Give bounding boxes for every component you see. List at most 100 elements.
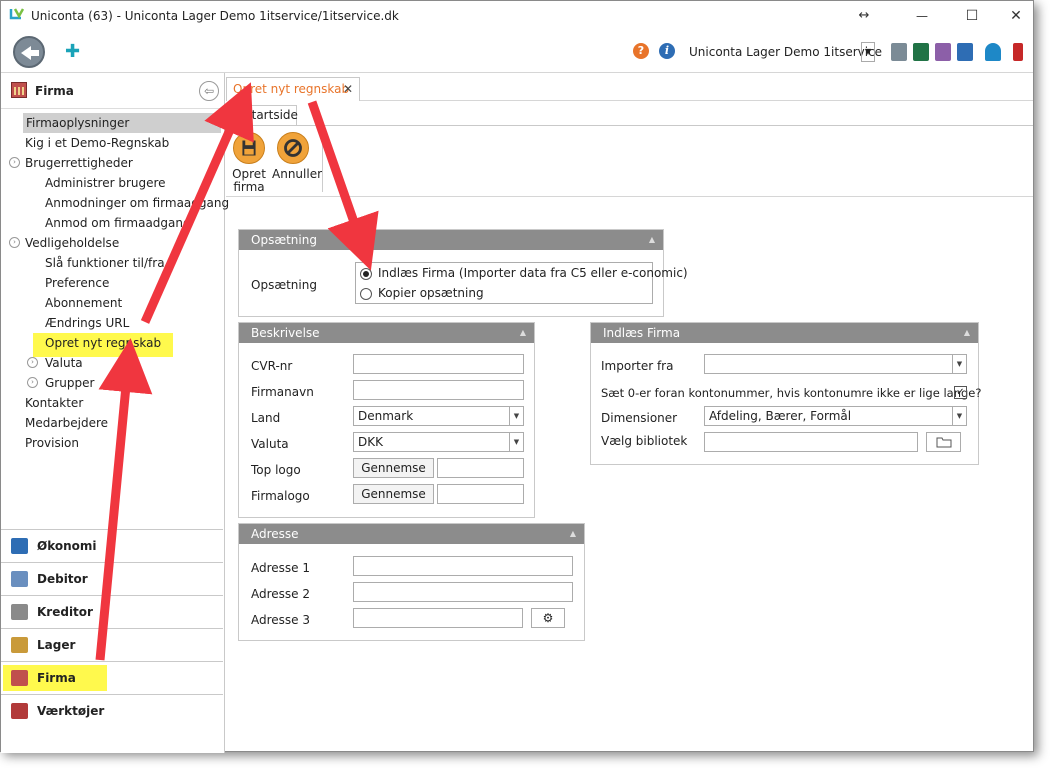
annuller-button[interactable]: Annuller bbox=[272, 132, 322, 181]
land-select[interactable]: Denmark ▼ bbox=[353, 406, 524, 426]
sidebar-item-abonnement[interactable]: Abonnement bbox=[45, 293, 122, 313]
module-label: Lager bbox=[37, 638, 76, 652]
module-label: Værktøjer bbox=[37, 704, 105, 718]
help-icon[interactable]: ? bbox=[633, 43, 649, 59]
sidebar-item-kontakter[interactable]: Kontakter bbox=[25, 393, 83, 413]
firmanavn-input[interactable] bbox=[353, 380, 524, 400]
firmalogo-label: Firmalogo bbox=[251, 489, 310, 503]
module-lager[interactable]: Lager bbox=[1, 628, 223, 661]
expand-icon[interactable]: › bbox=[27, 377, 38, 388]
dimensioner-label: Dimensioner bbox=[601, 411, 678, 425]
opsaetning-radio-group: Indlæs Firma (Importer data fra C5 eller… bbox=[355, 262, 688, 304]
main-toolbar: ✚ ? i Uniconta Lager Demo 1itservice ▼ bbox=[1, 31, 1033, 73]
module-økonomi[interactable]: Økonomi bbox=[1, 529, 223, 562]
collapse-sidebar-icon[interactable]: ⇦ bbox=[199, 81, 219, 101]
saet-label: Sæt 0-er foran kontonummer, hvis kontonu… bbox=[601, 386, 982, 400]
adresse1-input[interactable] bbox=[353, 556, 573, 576]
sidebar-header: Firma ⇦ bbox=[1, 73, 225, 109]
close-tab-icon[interactable]: ✕ bbox=[343, 78, 353, 100]
valuta-select[interactable]: DKK ▼ bbox=[353, 432, 524, 452]
cvr-input[interactable] bbox=[353, 354, 524, 374]
edge-icon[interactable] bbox=[1013, 43, 1023, 61]
sidebar-item-kig-i-et-demo-regnskab[interactable]: Kig i et Demo-Regnskab bbox=[25, 133, 169, 153]
sidebar-item-provision[interactable]: Provision bbox=[25, 433, 79, 453]
sidebar-item-anmod-om-firmaadgang[interactable]: Anmod om firmaadgang bbox=[45, 213, 191, 233]
option-kopier-opsaetning[interactable]: Kopier opsætning bbox=[378, 286, 484, 300]
minimize-button[interactable]: — bbox=[905, 5, 939, 27]
gear-button[interactable]: ⚙ bbox=[531, 608, 565, 628]
sidebar-item-medarbejdere[interactable]: Medarbejdere bbox=[25, 413, 108, 433]
module-værktøjer[interactable]: Værktøjer bbox=[1, 694, 223, 727]
sidebar-item-vedligeholdelse[interactable]: › Vedligeholdelse bbox=[9, 233, 119, 253]
module-firma[interactable]: Firma bbox=[1, 661, 223, 694]
window-title: Uniconta (63) - Uniconta Lager Demo 1its… bbox=[31, 9, 399, 23]
toplogo-input[interactable] bbox=[437, 458, 524, 478]
sidebar-item-anmodninger-om-firmaadgang[interactable]: Anmodninger om firmaadgang bbox=[45, 193, 229, 213]
csv-icon[interactable] bbox=[935, 43, 951, 61]
excel-icon[interactable] bbox=[913, 43, 929, 61]
chevron-down-icon: ▼ bbox=[509, 407, 523, 425]
sidebar-item-firmaoplysninger[interactable]: Firmaoplysninger bbox=[23, 113, 221, 133]
radio-kopier-opsaetning[interactable] bbox=[360, 288, 372, 300]
opret-firma-button[interactable]: Opret firma bbox=[228, 132, 270, 194]
bibliotek-input[interactable] bbox=[704, 432, 918, 452]
module-debitor[interactable]: Debitor bbox=[1, 562, 223, 595]
radio-indlaes-firma[interactable] bbox=[360, 268, 372, 280]
sidebar-item-preference[interactable]: Preference bbox=[45, 273, 109, 293]
annuller-label: Annuller bbox=[272, 167, 323, 181]
saet-checkbox[interactable]: ✓ bbox=[954, 386, 967, 399]
adresse3-label: Adresse 3 bbox=[251, 613, 311, 627]
sidebar-item-label: Administrer brugere bbox=[45, 176, 166, 190]
adresse1-label: Adresse 1 bbox=[251, 561, 311, 575]
expand-icon[interactable]: › bbox=[9, 157, 20, 168]
module-kreditor[interactable]: Kreditor bbox=[1, 595, 223, 628]
resize-icon[interactable]: ↔ bbox=[847, 5, 881, 27]
company-dropdown-icon[interactable]: ▼ bbox=[861, 42, 875, 62]
expand-icon[interactable]: › bbox=[27, 357, 38, 368]
toplogo-label: Top logo bbox=[251, 463, 301, 477]
opsaetning-label: Opsætning bbox=[251, 278, 317, 292]
firmalogo-browse-button[interactable]: Gennemse bbox=[353, 484, 434, 504]
module-label: Kreditor bbox=[37, 605, 93, 619]
sidebar-item-administrer-brugere[interactable]: Administrer brugere bbox=[45, 173, 166, 193]
option-indlaes-firma[interactable]: Indlæs Firma (Importer data fra C5 eller… bbox=[378, 266, 688, 280]
firmanavn-label: Firmanavn bbox=[251, 385, 314, 399]
sidebar-item-grupper[interactable]: › Grupper bbox=[27, 373, 94, 393]
sidebar-item-valuta[interactable]: › Valuta bbox=[27, 353, 83, 373]
user-icon[interactable] bbox=[985, 43, 1001, 61]
ribbon-tab-startside[interactable]: Startside bbox=[237, 105, 298, 125]
dimensioner-select[interactable]: Afdeling, Bærer, Formål ▼ bbox=[704, 406, 967, 426]
company-name[interactable]: Uniconta Lager Demo 1itservice bbox=[689, 45, 882, 59]
group-header: Beskrivelse ▲ bbox=[239, 323, 534, 343]
adresse2-input[interactable] bbox=[353, 582, 573, 602]
importer-fra-select[interactable]: ▼ bbox=[704, 354, 967, 374]
expand-icon[interactable]: › bbox=[9, 237, 20, 248]
importer-fra-label: Importer fra bbox=[601, 359, 674, 373]
sidebar-item-ændrings-url[interactable]: Ændrings URL bbox=[45, 313, 129, 333]
toplogo-browse-button[interactable]: Gennemse bbox=[353, 458, 434, 478]
chevron-down-icon: ▼ bbox=[509, 433, 523, 451]
land-label: Land bbox=[251, 411, 281, 425]
back-button[interactable] bbox=[13, 36, 45, 68]
sidebar-item-label: Medarbejdere bbox=[25, 416, 109, 430]
building-icon bbox=[11, 82, 27, 98]
adresse3-input[interactable] bbox=[353, 608, 523, 628]
sidebar-item-label: Anmodninger om firmaadgang bbox=[45, 196, 230, 210]
group-header: Opsætning ▲ bbox=[239, 230, 663, 250]
module-label: Firma bbox=[37, 671, 76, 685]
cancel-icon bbox=[277, 132, 309, 164]
close-button[interactable]: ✕ bbox=[999, 5, 1033, 27]
sidebar-item-label: Anmod om firmaadgang bbox=[45, 216, 191, 230]
print-icon[interactable] bbox=[891, 43, 907, 61]
folder-button[interactable] bbox=[926, 432, 961, 452]
info-icon[interactable]: i bbox=[659, 43, 675, 59]
new-tab-plus-icon[interactable]: ✚ bbox=[65, 41, 80, 62]
sidebar-title: Firma bbox=[35, 84, 74, 98]
maximize-button[interactable]: ☐ bbox=[955, 5, 989, 27]
valuta-label: Valuta bbox=[251, 437, 289, 451]
copy-icon[interactable] bbox=[957, 43, 973, 61]
sidebar-item-slå-funktioner-til-fra[interactable]: Slå funktioner til/fra bbox=[45, 253, 165, 273]
firmalogo-input[interactable] bbox=[437, 484, 524, 504]
sidebar-item-brugerrettigheder[interactable]: › Brugerrettigheder bbox=[9, 153, 133, 173]
tab-opret-nyt-regnskab[interactable]: Opret nyt regnskab ✕ bbox=[226, 77, 360, 101]
